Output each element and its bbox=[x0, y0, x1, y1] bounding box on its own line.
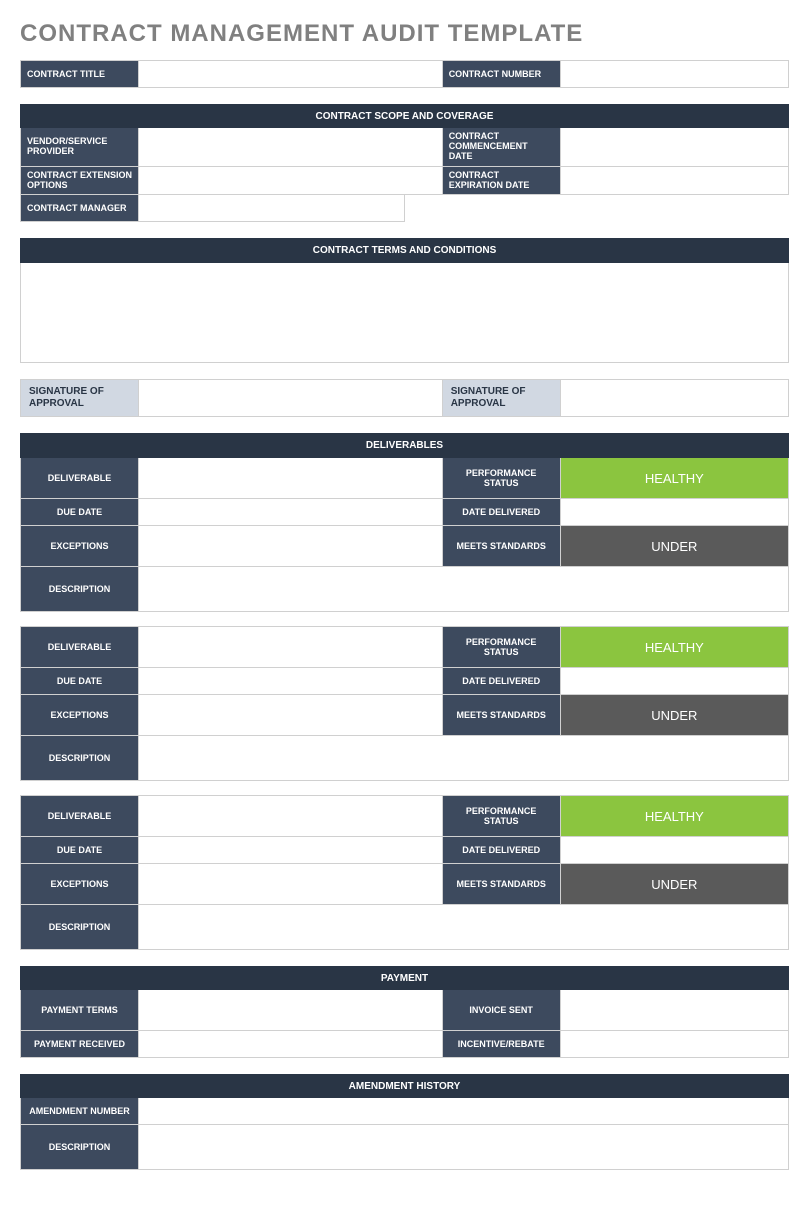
performance-label: PERFORMANCE STATUS bbox=[443, 627, 561, 667]
deliverable-label: DELIVERABLE bbox=[21, 796, 139, 836]
amendment-num-value[interactable] bbox=[139, 1098, 788, 1124]
exceptions-label: EXCEPTIONS bbox=[21, 526, 139, 566]
commence-label: CONTRACT COMMENCEMENT DATE bbox=[443, 128, 561, 166]
sig2-value[interactable] bbox=[561, 380, 788, 416]
meets-label: MEETS STANDARDS bbox=[443, 526, 561, 566]
exceptions-label: EXCEPTIONS bbox=[21, 864, 139, 904]
deliverable-value[interactable] bbox=[139, 627, 443, 667]
description-value[interactable] bbox=[139, 905, 788, 949]
exp-label: CONTRACT EXPIRATION DATE bbox=[443, 167, 561, 195]
contract-number-value[interactable] bbox=[561, 61, 788, 87]
due-value[interactable] bbox=[139, 668, 443, 694]
received-label: PAYMENT RECEIVED bbox=[21, 1031, 139, 1057]
payment-terms-label: PAYMENT TERMS bbox=[21, 990, 139, 1030]
due-value[interactable] bbox=[139, 837, 443, 863]
exp-value[interactable] bbox=[561, 167, 788, 195]
payment-terms-value[interactable] bbox=[139, 990, 443, 1030]
performance-label: PERFORMANCE STATUS bbox=[443, 458, 561, 498]
commence-value[interactable] bbox=[561, 128, 788, 166]
due-label: DUE DATE bbox=[21, 499, 139, 525]
exceptions-value[interactable] bbox=[139, 864, 443, 904]
contract-header-section: CONTRACT TITLE CONTRACT NUMBER bbox=[20, 60, 789, 88]
deliverable-block-3: DELIVERABLE PERFORMANCE STATUS HEALTHY D… bbox=[20, 795, 789, 950]
exceptions-value[interactable] bbox=[139, 526, 443, 566]
due-label: DUE DATE bbox=[21, 668, 139, 694]
sig2-label: SIGNATURE OF APPROVAL bbox=[443, 380, 561, 416]
meets-value[interactable]: UNDER bbox=[561, 526, 788, 566]
delivered-label: DATE DELIVERED bbox=[443, 499, 561, 525]
amendment-section: AMENDMENT HISTORY AMENDMENT NUMBER DESCR… bbox=[20, 1074, 789, 1170]
contract-title-value[interactable] bbox=[139, 61, 443, 87]
amendment-num-label: AMENDMENT NUMBER bbox=[21, 1098, 139, 1124]
invoice-value[interactable] bbox=[561, 990, 788, 1030]
exceptions-value[interactable] bbox=[139, 695, 443, 735]
mgr-label: CONTRACT MANAGER bbox=[21, 195, 139, 221]
amendment-desc-label: DESCRIPTION bbox=[21, 1125, 139, 1169]
page-title: CONTRACT MANAGEMENT AUDIT TEMPLATE bbox=[20, 20, 789, 48]
meets-value[interactable]: UNDER bbox=[561, 695, 788, 735]
deliverable-value[interactable] bbox=[139, 458, 443, 498]
received-value[interactable] bbox=[139, 1031, 443, 1057]
performance-value[interactable]: HEALTHY bbox=[561, 458, 788, 498]
exceptions-label: EXCEPTIONS bbox=[21, 695, 139, 735]
vendor-value[interactable] bbox=[139, 128, 443, 166]
deliverable-block-2: DELIVERABLE PERFORMANCE STATUS HEALTHY D… bbox=[20, 626, 789, 781]
terms-header: CONTRACT TERMS AND CONDITIONS bbox=[20, 238, 789, 263]
delivered-value[interactable] bbox=[561, 837, 788, 863]
contract-title-label: CONTRACT TITLE bbox=[21, 61, 139, 87]
meets-value[interactable]: UNDER bbox=[561, 864, 788, 904]
invoice-label: INVOICE SENT bbox=[443, 990, 561, 1030]
deliverable-label: DELIVERABLE bbox=[21, 458, 139, 498]
payment-section: PAYMENT PAYMENT TERMS INVOICE SENT PAYME… bbox=[20, 966, 789, 1058]
delivered-label: DATE DELIVERED bbox=[443, 837, 561, 863]
payment-header: PAYMENT bbox=[20, 966, 789, 991]
amendment-desc-value[interactable] bbox=[139, 1125, 788, 1169]
deliverables-section: DELIVERABLES DELIVERABLE PERFORMANCE STA… bbox=[20, 433, 789, 950]
sig1-label: SIGNATURE OF APPROVAL bbox=[21, 380, 139, 416]
incentive-label: INCENTIVE/REBATE bbox=[443, 1031, 561, 1057]
description-label: DESCRIPTION bbox=[21, 736, 139, 780]
meets-label: MEETS STANDARDS bbox=[443, 864, 561, 904]
signatures-section: SIGNATURE OF APPROVAL SIGNATURE OF APPRO… bbox=[20, 379, 789, 417]
performance-label: PERFORMANCE STATUS bbox=[443, 796, 561, 836]
terms-section: CONTRACT TERMS AND CONDITIONS bbox=[20, 238, 789, 363]
due-label: DUE DATE bbox=[21, 837, 139, 863]
vendor-label: VENDOR/SERVICE PROVIDER bbox=[21, 128, 139, 166]
contract-number-label: CONTRACT NUMBER bbox=[443, 61, 561, 87]
description-label: DESCRIPTION bbox=[21, 567, 139, 611]
deliverable-block-1: DELIVERABLE PERFORMANCE STATUS HEALTHY D… bbox=[20, 458, 789, 612]
delivered-label: DATE DELIVERED bbox=[443, 668, 561, 694]
performance-value[interactable]: HEALTHY bbox=[561, 796, 788, 836]
performance-value[interactable]: HEALTHY bbox=[561, 627, 788, 667]
description-label: DESCRIPTION bbox=[21, 905, 139, 949]
scope-header: CONTRACT SCOPE AND COVERAGE bbox=[20, 104, 789, 129]
due-value[interactable] bbox=[139, 499, 443, 525]
description-value[interactable] bbox=[139, 736, 788, 780]
mgr-value[interactable] bbox=[139, 195, 404, 221]
ext-value[interactable] bbox=[139, 167, 443, 195]
amendment-header: AMENDMENT HISTORY bbox=[20, 1074, 789, 1099]
deliverable-value[interactable] bbox=[139, 796, 443, 836]
deliverable-label: DELIVERABLE bbox=[21, 627, 139, 667]
description-value[interactable] bbox=[139, 567, 788, 611]
delivered-value[interactable] bbox=[561, 668, 788, 694]
ext-label: CONTRACT EXTENSION OPTIONS bbox=[21, 167, 139, 195]
delivered-value[interactable] bbox=[561, 499, 788, 525]
terms-content[interactable] bbox=[20, 263, 789, 363]
meets-label: MEETS STANDARDS bbox=[443, 695, 561, 735]
incentive-value[interactable] bbox=[561, 1031, 788, 1057]
sig1-value[interactable] bbox=[139, 380, 443, 416]
scope-section: CONTRACT SCOPE AND COVERAGE VENDOR/SERVI… bbox=[20, 104, 789, 222]
deliverables-header: DELIVERABLES bbox=[20, 433, 789, 458]
